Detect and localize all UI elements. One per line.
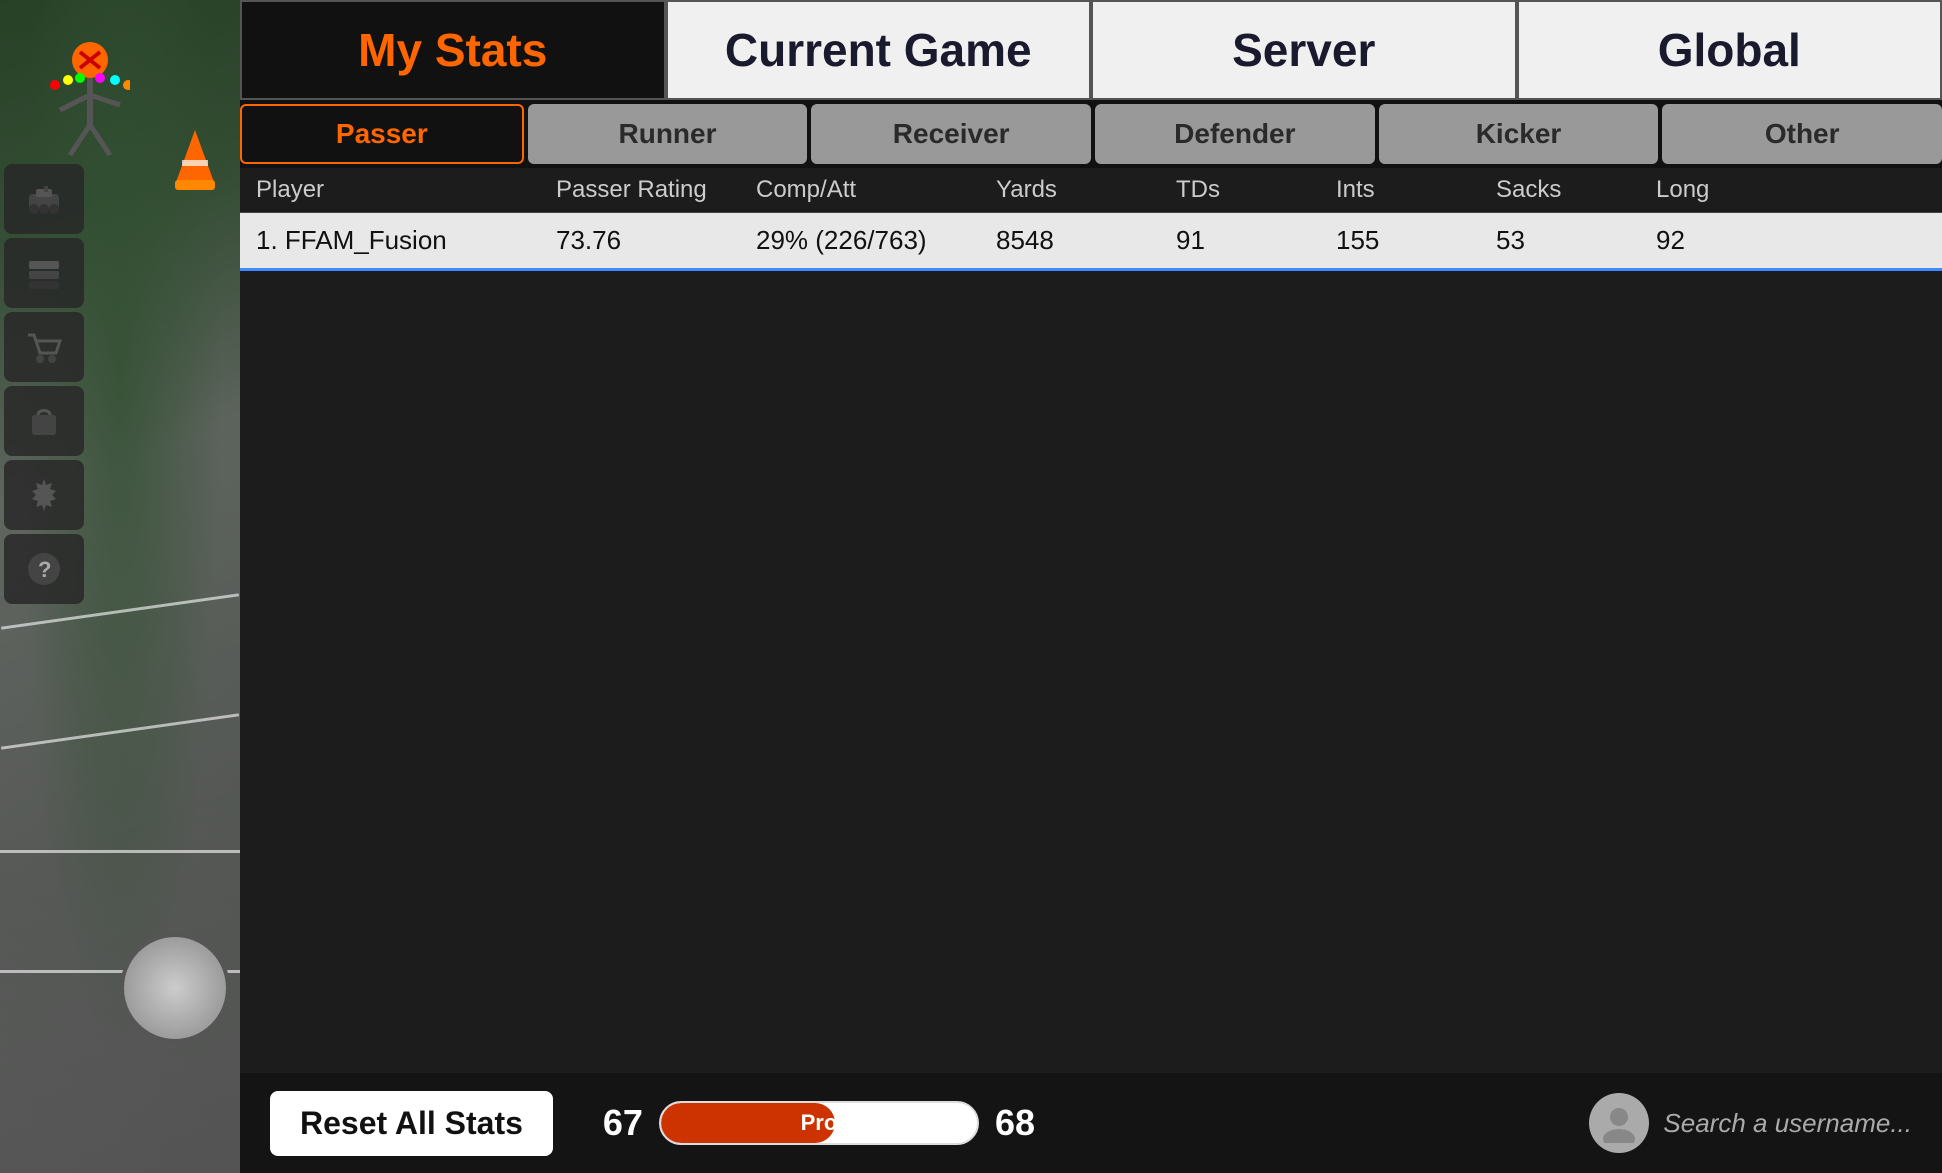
col-player: Player	[256, 176, 556, 204]
gear-icon[interactable]	[4, 460, 84, 530]
reset-stats-button[interactable]: Reset All Stats	[270, 1091, 553, 1156]
search-area: Search a username...	[1589, 1093, 1912, 1153]
col-long: Long	[1656, 176, 1816, 204]
main-content: My Stats Current Game Server Global Pass…	[240, 0, 1942, 1173]
level-right: 68	[995, 1102, 1035, 1144]
cell-long: 92	[1656, 225, 1816, 256]
tab-runner[interactable]: Runner	[528, 104, 808, 164]
avatar-icon	[1589, 1093, 1649, 1153]
table-row: 1. FFAM_Fusion 73.76 29% (226/763) 8548 …	[240, 213, 1942, 271]
cart-icon[interactable]	[4, 312, 84, 382]
tab-server[interactable]: Server	[1091, 0, 1517, 100]
cell-ints: 155	[1336, 225, 1496, 256]
xp-bar: Pro	[659, 1101, 979, 1145]
tab-my-stats[interactable]: My Stats	[240, 0, 666, 100]
cell-comp-att: 29% (226/763)	[756, 225, 996, 256]
col-comp-att: Comp/Att	[756, 176, 996, 204]
tab-kicker[interactable]: Kicker	[1379, 104, 1659, 164]
search-placeholder[interactable]: Search a username...	[1663, 1108, 1912, 1139]
level-left: 67	[603, 1102, 643, 1144]
tab-passer[interactable]: Passer	[240, 104, 524, 164]
tab-global[interactable]: Global	[1517, 0, 1942, 100]
cone-character	[50, 40, 130, 160]
bag-icon[interactable]	[4, 386, 84, 456]
cell-passer-rating: 73.76	[556, 225, 756, 256]
cell-tds: 91	[1176, 225, 1336, 256]
tank-icon[interactable]	[4, 164, 84, 234]
position-tabs: Passer Runner Receiver Defender Kicker O…	[240, 100, 1942, 168]
yard-line	[0, 850, 240, 853]
cell-player: 1. FFAM_Fusion	[256, 225, 556, 256]
cell-sacks: 53	[1496, 225, 1656, 256]
tab-other[interactable]: Other	[1662, 104, 1942, 164]
col-sacks: Sacks	[1496, 176, 1656, 204]
stack-icon[interactable]	[4, 238, 84, 308]
table-header: Player Passer Rating Comp/Att Yards TDs …	[240, 168, 1942, 213]
col-ints: Ints	[1336, 176, 1496, 204]
col-tds: TDs	[1176, 176, 1336, 204]
tab-receiver[interactable]: Receiver	[811, 104, 1091, 164]
col-passer-rating: Passer Rating	[556, 176, 756, 204]
tab-defender[interactable]: Defender	[1095, 104, 1375, 164]
level-display: 67 Pro 68	[603, 1101, 1035, 1145]
joystick[interactable]	[120, 933, 230, 1043]
stats-area: Player Passer Rating Comp/Att Yards TDs …	[240, 168, 1942, 1173]
sidebar: ?	[0, 160, 90, 608]
cell-yards: 8548	[996, 225, 1176, 256]
help-icon[interactable]: ?	[4, 534, 84, 604]
top-tabs: My Stats Current Game Server Global	[240, 0, 1942, 100]
col-yards: Yards	[996, 176, 1176, 204]
traffic-cone	[170, 130, 220, 190]
svg-text:?: ?	[38, 557, 51, 582]
tab-current-game[interactable]: Current Game	[666, 0, 1092, 100]
xp-label: Pro	[801, 1110, 838, 1136]
bottom-bar: Reset All Stats 67 Pro 68 Search a usern…	[240, 1073, 1942, 1173]
